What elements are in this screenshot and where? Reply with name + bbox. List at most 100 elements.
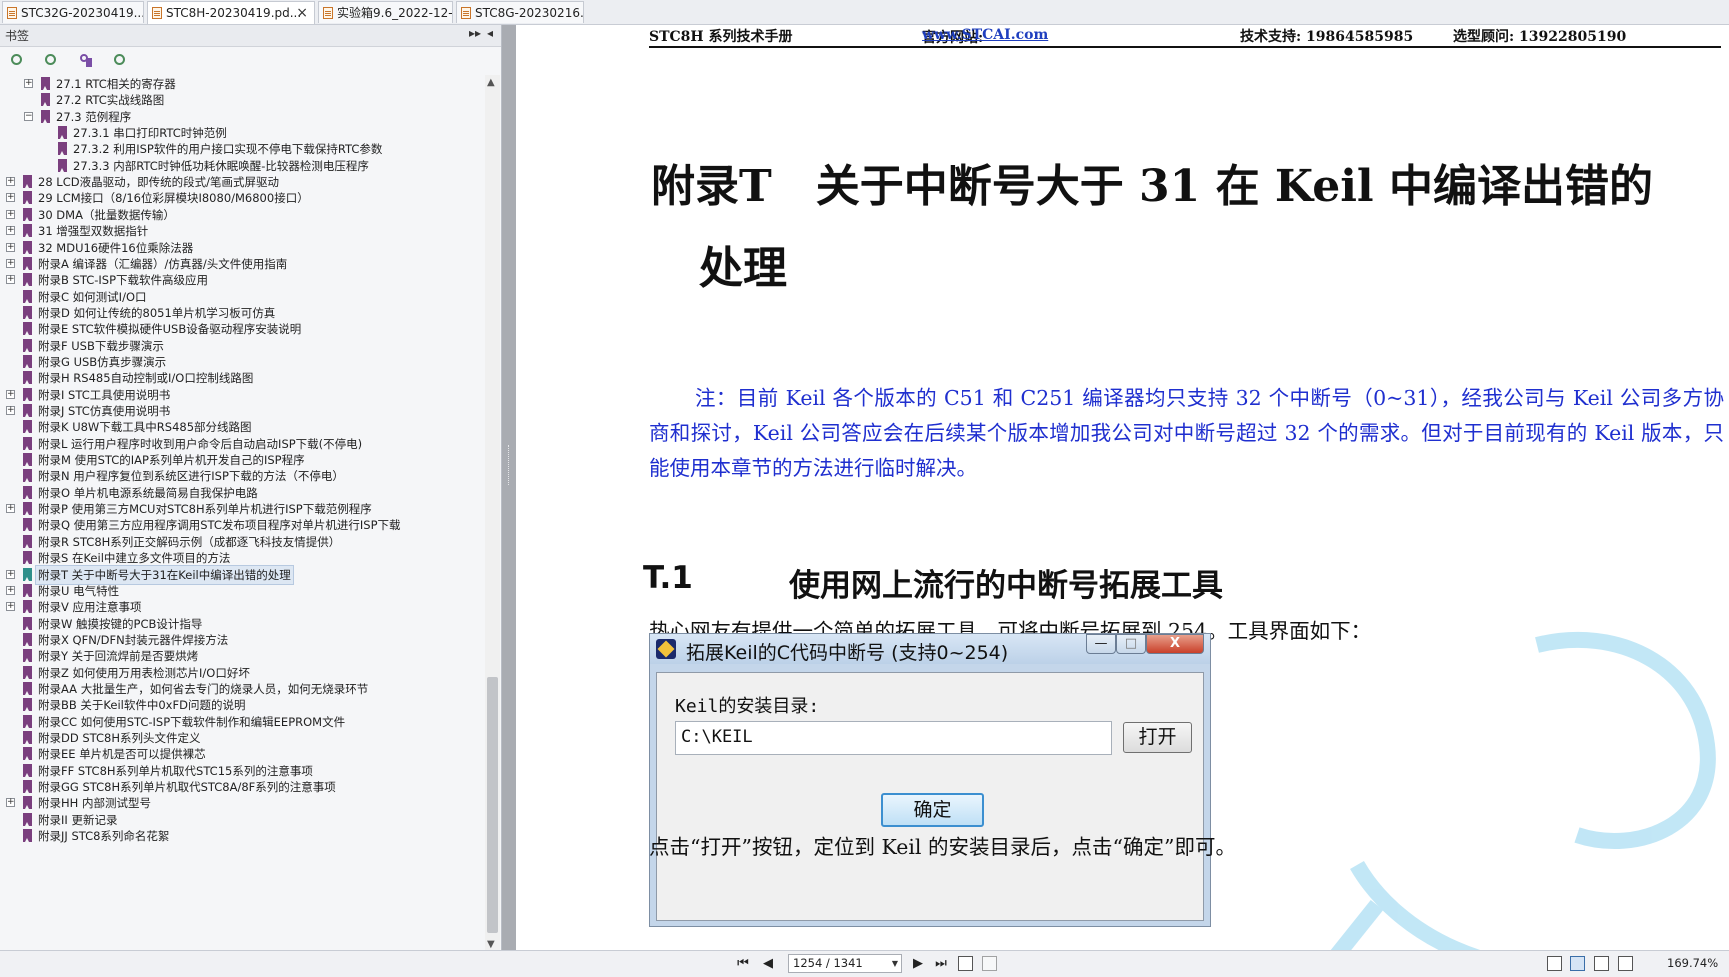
collapse-toggle-icon[interactable]: − — [24, 111, 33, 121]
pdf-page-view[interactable]: STC8H 系列技术手册 官方网站: www.STCAI.com 技术支持: 1… — [517, 25, 1729, 950]
bookmark-item[interactable]: +27.1 RTC相关的寄存器 — [0, 75, 484, 93]
bookmark-item[interactable]: + 附录I STC工具使用说明书 — [0, 386, 484, 404]
bookmark-item[interactable]: 附录C 如何测试I/O口 — [0, 288, 484, 306]
bookmark-item[interactable]: 附录W 触摸按键的PCB设计指导 — [0, 615, 484, 633]
bookmark-item[interactable]: 附录F USB下载步骤演示 — [0, 337, 484, 355]
expand-toggle-icon[interactable]: + — [24, 79, 33, 88]
scroll-up-arrow-icon[interactable]: ▲ — [487, 77, 495, 88]
bookmark-item[interactable]: 27.3.1 串口打印RTC时钟范例 — [0, 124, 484, 142]
bookmark-item[interactable]: + 附录P 使用第三方MCU对STC8H系列单片机进行ISP下载范例程序 — [0, 500, 484, 518]
bookmark-item[interactable]: + 附录HH 内部测试型号 — [0, 794, 484, 812]
bookmark-item[interactable]: 附录H RS485自动控制或I/O口控制线路图 — [0, 369, 484, 387]
expand-toggle-icon[interactable]: + — [6, 389, 15, 399]
continuous-view-icon[interactable] — [1570, 956, 1585, 971]
zoom-level[interactable]: 169.74% — [1667, 956, 1718, 970]
bookmark-item[interactable]: 附录FF STC8H系列单片机取代STC15系列的注意事项 — [0, 762, 484, 780]
next-page-icon[interactable]: ▶ — [910, 956, 926, 972]
scroll-down-arrow-icon[interactable]: ▼ — [487, 939, 495, 950]
tab-experiment-box[interactable]: 实验箱9.6_2022-12-... — [318, 1, 453, 23]
bookmark-item[interactable]: 附录O 单片机电源系统最简易自我保护电路 — [0, 484, 484, 502]
bookmark-item[interactable]: 附录Y 关于回流焊前是否要烘烤 — [0, 647, 484, 665]
bookmark-item[interactable]: 附录BB 关于Keil软件中0xFD问题的说明 — [0, 696, 484, 714]
expand-toggle-icon[interactable]: + — [6, 585, 15, 595]
tab-stc32g[interactable]: STC32G-20230419.... — [2, 1, 144, 23]
bookmark-item[interactable]: 附录EE 单片机是否可以提供裸芯 — [0, 745, 484, 763]
bookmark-icon — [23, 420, 32, 434]
tab-stc8g[interactable]: STC8G-20230216.p... — [456, 1, 584, 23]
chevron-down-icon[interactable]: ▼ — [892, 955, 898, 972]
expand-toggle-icon[interactable]: + — [6, 406, 15, 415]
bookmark-item[interactable]: +29 LCM接口（8/16位彩屏模块I8080/M6800接口） — [0, 189, 484, 207]
expand-toggle-icon[interactable]: + — [6, 798, 15, 808]
bookmark-item[interactable]: 附录II 更新记录 — [0, 811, 484, 829]
bookmark-item[interactable]: +30 DMA（批量数据传输） — [0, 206, 484, 224]
bookmark-item[interactable]: 附录L 运行用户程序时收到用户命令后自动启动ISP下载(不停电) — [0, 435, 484, 453]
bookmark-item[interactable]: 附录K U8W下载工具中RS485部分线路图 — [0, 418, 484, 436]
expand-toggle-icon[interactable]: + — [6, 242, 15, 252]
bookmark-item[interactable]: 附录M 使用STC的IAP系列单片机开发自己的ISP程序 — [0, 451, 484, 469]
bookmark-item[interactable]: + 附录B STC-ISP下载软件高级应用 — [0, 271, 484, 289]
bookmark-vertical-scrollbar[interactable]: ▲ ▼ — [485, 75, 500, 953]
bookmark-item[interactable]: 附录G USB仿真步骤演示 — [0, 353, 484, 371]
bookmark-item[interactable]: 附录N 用户程序复位到系统区进行ISP下载的方法（不停电） — [0, 467, 484, 485]
official-site-link[interactable]: www.STCAI.com — [922, 27, 1048, 43]
find-bookmark-icon[interactable] — [79, 53, 95, 69]
first-page-icon[interactable]: ⏮ — [735, 956, 751, 972]
go-forward-view-icon[interactable] — [982, 956, 997, 971]
bookmark-item[interactable]: 附录D 如何让传统的8051单片机学习板可仿真 — [0, 304, 484, 322]
expand-toggle-icon[interactable]: + — [6, 569, 15, 579]
bookmark-item[interactable]: 附录X QFN/DFN封装元器件焊接方法 — [0, 631, 484, 649]
bookmark-item[interactable]: 附录DD STC8H系列头文件定义 — [0, 729, 484, 747]
page-number-field[interactable]: 1254 / 1341 ▼ — [788, 954, 902, 973]
go-back-view-icon[interactable] — [958, 956, 973, 971]
single-page-view-icon[interactable] — [1547, 956, 1562, 971]
bookmark-item[interactable]: 附录Q 使用第三方应用程序调用STC发布项目程序对单片机进行ISP下载 — [0, 516, 484, 534]
expand-toggle-icon[interactable]: + — [6, 226, 15, 236]
expand-toggle-icon[interactable]: + — [6, 504, 15, 514]
hide-panel-icon[interactable]: ◂ — [487, 26, 493, 40]
bookmark-item[interactable]: +32 MDU16硬件16位乘除法器 — [0, 239, 484, 257]
bookmark-item[interactable]: 27.3.2 利用ISP软件的用户接口实现不停电下载保持RTC参数 — [0, 140, 484, 158]
close-icon[interactable]: × — [296, 2, 308, 24]
bookmark-item[interactable]: 附录CC 如何使用STC-ISP下载软件制作和编辑EEPROM文件 — [0, 713, 484, 731]
panel-splitter[interactable] — [502, 25, 516, 950]
bookmark-item[interactable]: + 附录A 编译器（汇编器）/仿真器/头文件使用指南 — [0, 255, 484, 273]
collapse-panel-icon[interactable]: ▸▸ — [469, 26, 481, 40]
bookmark-item[interactable]: 附录R STC8H系列正交解码示例（成都逐飞科技友情提供） — [0, 533, 484, 551]
expand-toggle-icon[interactable]: + — [6, 602, 15, 612]
bookmark-item[interactable]: 附录AA 大批量生产，如何省去专门的烧录人员，如何无烧录环节 — [0, 680, 484, 698]
bookmark-item[interactable]: 附录JJ STC8系列命名花絮 — [0, 827, 484, 845]
previous-page-icon[interactable]: ◀ — [760, 956, 776, 972]
bookmark-label: 附录E STC软件模拟硬件USB设备驱动程序安装说明 — [38, 322, 302, 337]
bookmark-item[interactable]: + 附录U 电气特性 — [0, 582, 484, 600]
bookmark-item[interactable]: 附录Z 如何使用万用表检测芯片I/O口好坏 — [0, 664, 484, 682]
bookmark-options-icon[interactable] — [113, 53, 129, 69]
book-view-icon[interactable] — [1618, 956, 1633, 971]
expand-toggle-icon[interactable]: + — [6, 275, 15, 285]
bookmark-item[interactable]: +28 LCD液晶驱动，即传统的段式/笔画式屏驱动 — [0, 173, 484, 191]
two-page-view-icon[interactable] — [1594, 956, 1609, 971]
bookmark-item[interactable]: 27.2 RTC实战线路图 — [0, 91, 484, 109]
bookmark-item[interactable]: +31 增强型双数据指针 — [0, 222, 484, 240]
bookmark-label: 附录Q 使用第三方应用程序调用STC发布项目程序对单片机进行ISP下载 — [38, 518, 401, 533]
collapse-bookmarks-icon[interactable] — [44, 53, 60, 69]
expand-toggle-icon[interactable]: + — [6, 177, 15, 187]
expand-toggle-icon[interactable]: + — [6, 258, 15, 268]
expand-toggle-icon[interactable]: + — [6, 193, 15, 203]
expand-bookmarks-icon[interactable] — [10, 53, 26, 69]
last-page-icon[interactable]: ⏭ — [933, 956, 949, 972]
dialog-body: Keil的安装目录: C:\KEIL 打开 确定 — [656, 672, 1204, 921]
bookmark-item[interactable]: + 附录V 应用注意事项 — [0, 598, 484, 616]
bookmark-icon — [23, 632, 32, 646]
bookmark-item[interactable]: + 附录J STC仿真使用说明书 — [0, 402, 484, 420]
bookmark-icon — [23, 191, 32, 205]
expand-toggle-icon[interactable]: + — [6, 209, 15, 219]
scrollbar-thumb[interactable] — [487, 677, 498, 933]
tab-stc8h[interactable]: STC8H-20230419.pd... × — [147, 1, 315, 24]
bookmark-item[interactable]: + 附录T 关于中断号大于31在Keil中编译出错的处理 — [0, 564, 484, 585]
bookmark-item[interactable]: 附录E STC软件模拟硬件USB设备驱动程序安装说明 — [0, 320, 484, 338]
bookmark-item[interactable]: 27.3.3 内部RTC时钟低功耗休眠唤醒-比较器检测电压程序 — [0, 157, 484, 175]
bookmark-item[interactable]: 附录GG STC8H系列单片机取代STC8A/8F系列的注意事项 — [0, 778, 484, 796]
bookmark-item[interactable]: − 27.3 范例程序 — [0, 108, 484, 126]
bookmark-item[interactable]: 附录S 在Keil中建立多文件项目的方法 — [0, 549, 484, 567]
